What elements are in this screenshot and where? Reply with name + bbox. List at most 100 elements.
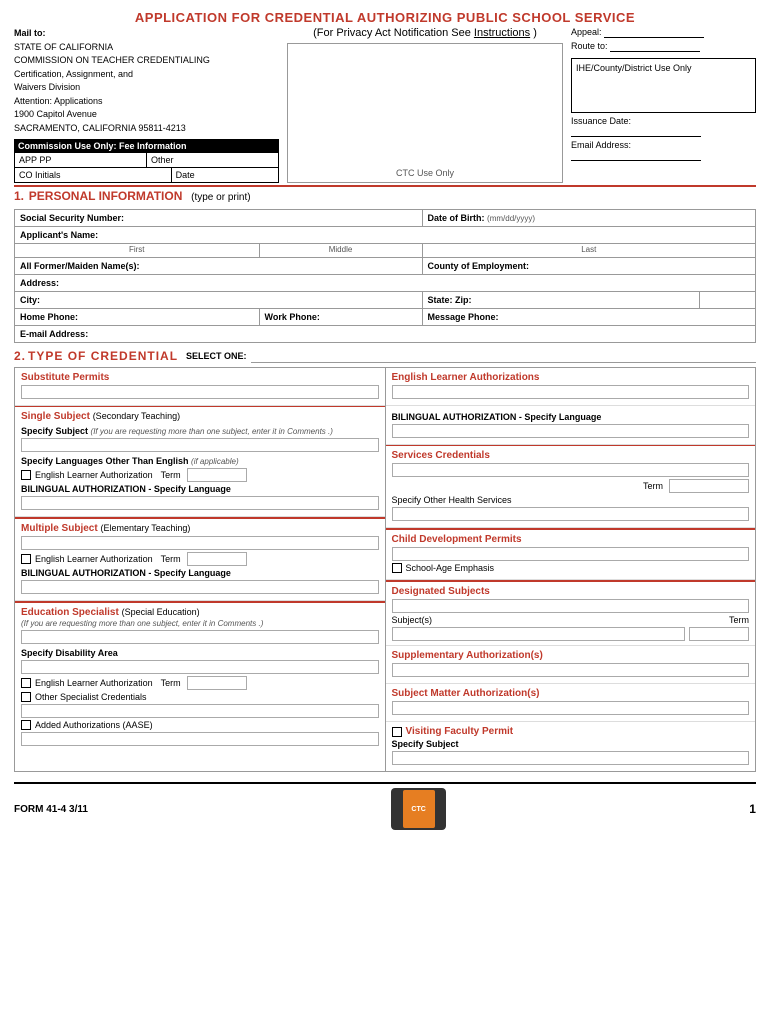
el-auth-checkbox-3[interactable] [21,678,31,688]
bilingual-input-2[interactable] [21,580,379,594]
personal-info-table: Social Security Number: Date of Birth: (… [14,209,756,343]
education-specialist-subtitle: (Special Education) [122,607,200,617]
middle-label: Middle [259,244,422,258]
multiple-subject-subtitle: (Elementary Teaching) [100,523,190,533]
child-development-input[interactable] [392,547,750,561]
email-address-label: E-mail Address: [15,326,756,343]
section1-number: 1. [14,189,24,203]
email-label: Email Address: [571,140,631,150]
first-label: First [15,244,260,258]
visiting-faculty-row: Visiting Faculty Permit [392,726,750,737]
city-label: City: [15,292,423,309]
designated-subjects-title: Designated Subjects [392,586,750,597]
fee-box: Commission Use Only: Fee Information APP… [14,139,279,183]
specify-subject-title: Specify Subject [21,426,88,436]
subjects-input[interactable] [392,627,686,641]
other-specialist-row: Other Specialist Credentials [21,692,379,702]
page-number: 1 [749,802,756,816]
mail-line4: Waivers Division [14,82,80,92]
visiting-faculty-title: Visiting Faculty Permit [406,726,514,737]
subject-matter-auth-input[interactable] [392,701,750,715]
specify-health-label: Specify Other Health Services [392,495,750,505]
former-names-label: All Former/Maiden Name(s): [15,258,423,275]
ctc-use-label: CTC Use Only [396,168,454,178]
school-age-label: School-Age Emphasis [406,563,495,573]
other-specialist-input[interactable] [21,704,379,718]
specify-subject-input-right[interactable] [392,751,750,765]
page: APPLICATION FOR CREDENTIAL AUTHORIZING P… [0,0,770,1024]
multiple-subject-title: Multiple Subject [21,523,98,534]
multiple-subject-input[interactable] [21,536,379,550]
child-development-section: Child Development Permits School-Age Emp… [386,528,756,580]
credential-columns: Substitute Permits Single Subject (Secon… [14,367,756,772]
bilingual-label-1: BILINGUAL AUTHORIZATION - Specify Langua… [21,484,379,494]
appeal-label: Appeal: [571,27,602,37]
el-auth-checkbox-1[interactable] [21,470,31,480]
el-auth-section: English Learner Authorizations [386,368,756,406]
added-auth-label: Added Authorizations (AASE) [35,720,153,730]
el-auth-label-3: English Learner Authorization [35,678,153,688]
term-label-right: Term [729,615,749,625]
education-specialist-input[interactable] [21,630,379,644]
term-input-1[interactable] [187,468,247,482]
left-column: Substitute Permits Single Subject (Secon… [15,368,386,771]
visiting-faculty-checkbox[interactable] [392,727,402,737]
mail-line3: Certification, Assignment, and [14,69,133,79]
el-auth-checkbox-2[interactable] [21,554,31,564]
home-phone-label: Home Phone: [15,309,260,326]
mail-line5: Attention: Applications [14,96,103,106]
dob-label: Date of Birth: (mm/dd/yyyy) [422,210,755,227]
mail-to-label: Mail to: [14,28,46,38]
mail-line7: SACRAMENTO, CALIFORNIA 95811-4213 [14,123,186,133]
added-auth-input[interactable] [21,732,379,746]
applicant-name-label: Applicant's Name: [15,227,756,244]
services-term-input[interactable] [669,479,749,493]
supplementary-auth-title: Supplementary Authorization(s) [392,650,750,661]
footer: FORM 41-4 3/11 CTC 1 [14,782,756,830]
specify-disability-label: Specify Disability Area [21,648,379,658]
term-input-right[interactable] [689,627,749,641]
other-specialist-checkbox[interactable] [21,692,31,702]
school-age-checkbox[interactable] [392,563,402,573]
ssn-label: Social Security Number: [15,210,423,227]
state-zip-label: State: Zip: [422,292,700,309]
school-age-row: School-Age Emphasis [392,563,750,573]
specify-disability-input[interactable] [21,660,379,674]
specify-health-input[interactable] [392,507,750,521]
term-input-3[interactable] [187,676,247,690]
select-one-label: SELECT ONE: [186,351,247,361]
term-label-1: Term [161,470,181,480]
bilingual-input-1[interactable] [21,496,379,510]
other-cell: Other [147,153,278,167]
education-specialist-title: Education Specialist [21,607,119,618]
child-development-title: Child Development Permits [392,534,750,545]
message-phone-label: Message Phone: [422,309,755,326]
designated-subjects-input[interactable] [392,599,750,613]
supplementary-auth-section: Supplementary Authorization(s) [386,646,756,684]
red-divider-1 [14,185,756,187]
bilingual-auth-input-right[interactable] [392,424,750,438]
bilingual-label-2: BILINGUAL AUTHORIZATION - Specify Langua… [21,568,379,578]
multiple-subject-section: Multiple Subject (Elementary Teaching) E… [15,517,385,601]
term-label-2: Term [161,554,181,564]
subtitle-end: ) [533,27,537,39]
select-one-field[interactable] [251,349,756,363]
supplementary-auth-input[interactable] [392,663,750,677]
substitute-permits-input[interactable] [21,385,379,399]
services-credentials-input[interactable] [392,463,750,477]
mail-line1: STATE OF CALIFORNIA [14,42,113,52]
mail-line2: COMMISSION ON TEACHER CREDENTIALING [14,55,210,65]
subjects-label: Subject(s) [392,615,726,625]
subtitle-link[interactable]: Instructions [474,27,530,39]
el-auth-input-right[interactable] [392,385,750,399]
work-phone-label: Work Phone: [259,309,422,326]
section1-subtitle: (type or print) [191,192,250,203]
subject-matter-auth-section: Subject Matter Authorization(s) [386,684,756,722]
section1-title: PERSONAL INFORMATION [29,189,183,203]
specify-subject-input[interactable] [21,438,379,452]
mail-line6: 1900 Capitol Avenue [14,109,97,119]
term-input-2[interactable] [187,552,247,566]
el-auth-label-2: English Learner Authorization [35,554,153,564]
term-label-3: Term [161,678,181,688]
added-auth-checkbox[interactable] [21,720,31,730]
